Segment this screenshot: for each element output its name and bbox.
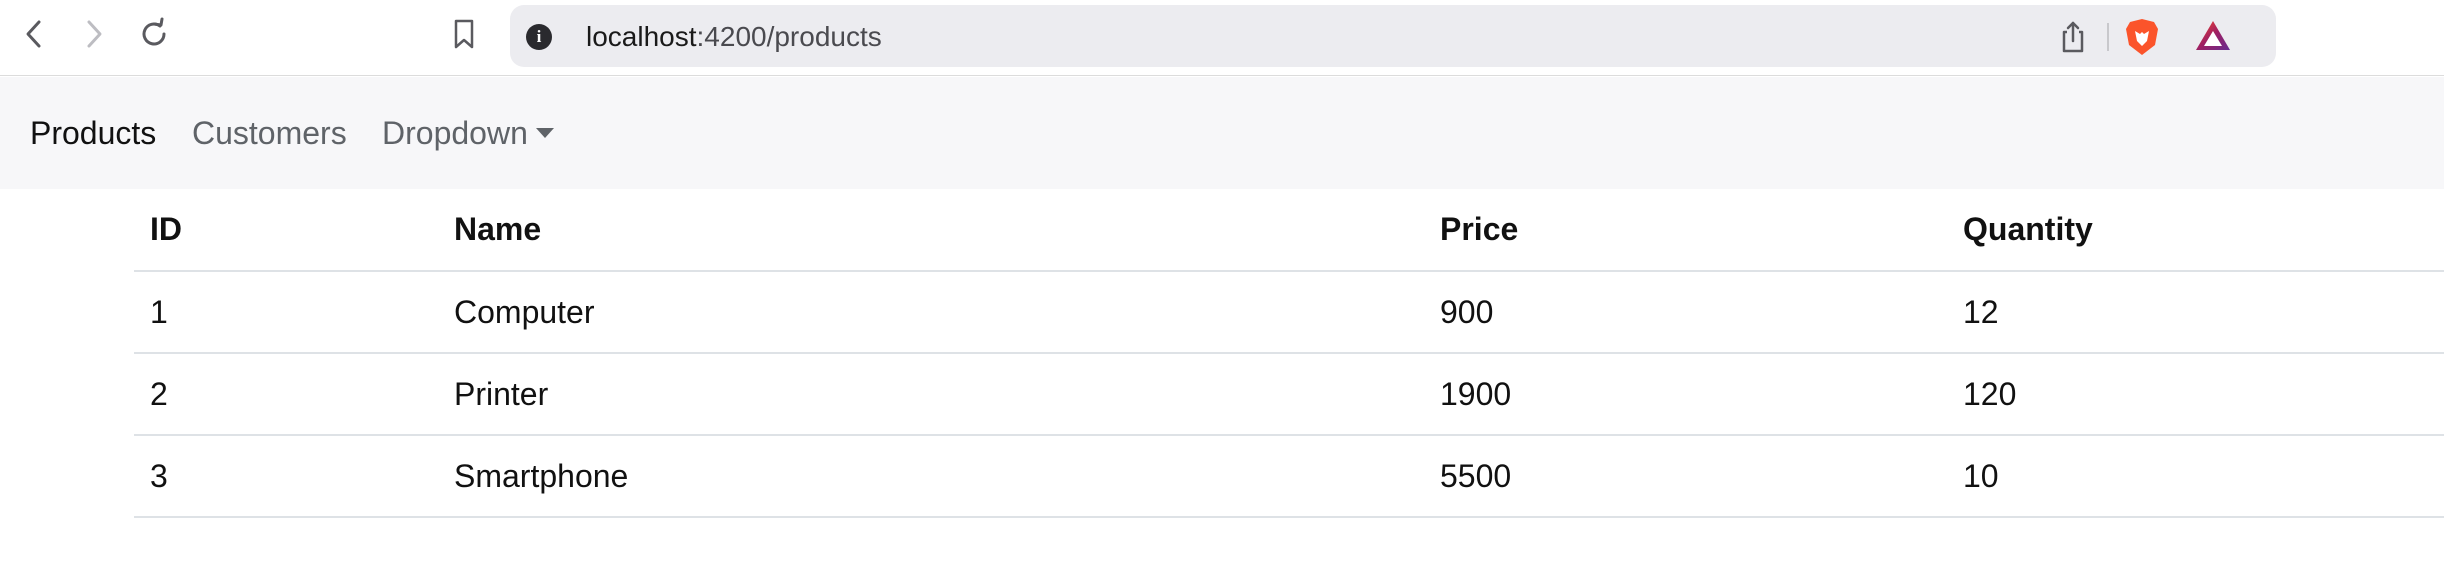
back-button[interactable] (14, 14, 54, 54)
cell-id: 1 (134, 271, 438, 354)
browser-toolbar: i localhost:4200/products (0, 0, 2444, 76)
table-row: 1 Computer 900 12 (134, 271, 2444, 354)
caret-down-icon (535, 128, 554, 138)
cell-quantity: 12 (1947, 271, 2444, 354)
cell-name: Computer (438, 271, 1424, 354)
cell-price: 1900 (1424, 353, 1947, 436)
reload-button[interactable] (134, 14, 174, 54)
header-price: Price (1424, 189, 1947, 272)
cell-price: 5500 (1424, 435, 1947, 518)
bookmark-icon (454, 19, 474, 49)
brave-shields-button[interactable] (2124, 17, 2160, 62)
header-id: ID (134, 189, 438, 272)
brave-rewards-icon (2196, 21, 2230, 50)
header-quantity: Quantity (1947, 189, 2444, 272)
cell-price: 900 (1424, 271, 1947, 354)
table-row: 3 Smartphone 5500 10 (134, 435, 2444, 518)
table-row: 2 Printer 1900 120 (134, 353, 2444, 436)
nav-dropdown-toggle[interactable]: Dropdown (382, 115, 554, 152)
url-host: localhost (586, 21, 697, 52)
cell-quantity: 120 (1947, 353, 2444, 436)
products-table: ID Name Price Quantity 1 Computer 900 12… (134, 189, 2444, 518)
nav-link-customers[interactable]: Customers (192, 115, 347, 152)
site-info-icon[interactable]: i (526, 24, 552, 50)
nav-dropdown-label: Dropdown (382, 115, 528, 151)
address-bar[interactable]: i localhost:4200/products (510, 5, 2276, 67)
cell-id: 3 (134, 435, 438, 518)
share-icon (2062, 21, 2084, 53)
nav-link-products[interactable]: Products (30, 115, 156, 152)
table-header-row: ID Name Price Quantity (134, 189, 2444, 272)
reload-icon (142, 17, 166, 46)
toolbar-separator (2107, 23, 2109, 51)
cell-quantity: 10 (1947, 435, 2444, 518)
brave-rewards-button[interactable] (2194, 19, 2232, 58)
url-text[interactable]: localhost:4200/products (586, 21, 882, 53)
products-table-container: ID Name Price Quantity 1 Computer 900 12… (134, 189, 2444, 518)
forward-icon (87, 20, 102, 48)
share-button[interactable] (2058, 20, 2088, 59)
back-icon (26, 20, 41, 48)
forward-button[interactable] (74, 14, 114, 54)
brave-shields-icon (2126, 19, 2158, 55)
app-navbar: Products Customers Dropdown (0, 77, 2444, 189)
url-path: :4200/products (696, 21, 882, 52)
bookmark-button[interactable] (444, 14, 484, 54)
cell-id: 2 (134, 353, 438, 436)
header-name: Name (438, 189, 1424, 272)
cell-name: Smartphone (438, 435, 1424, 518)
cell-name: Printer (438, 353, 1424, 436)
